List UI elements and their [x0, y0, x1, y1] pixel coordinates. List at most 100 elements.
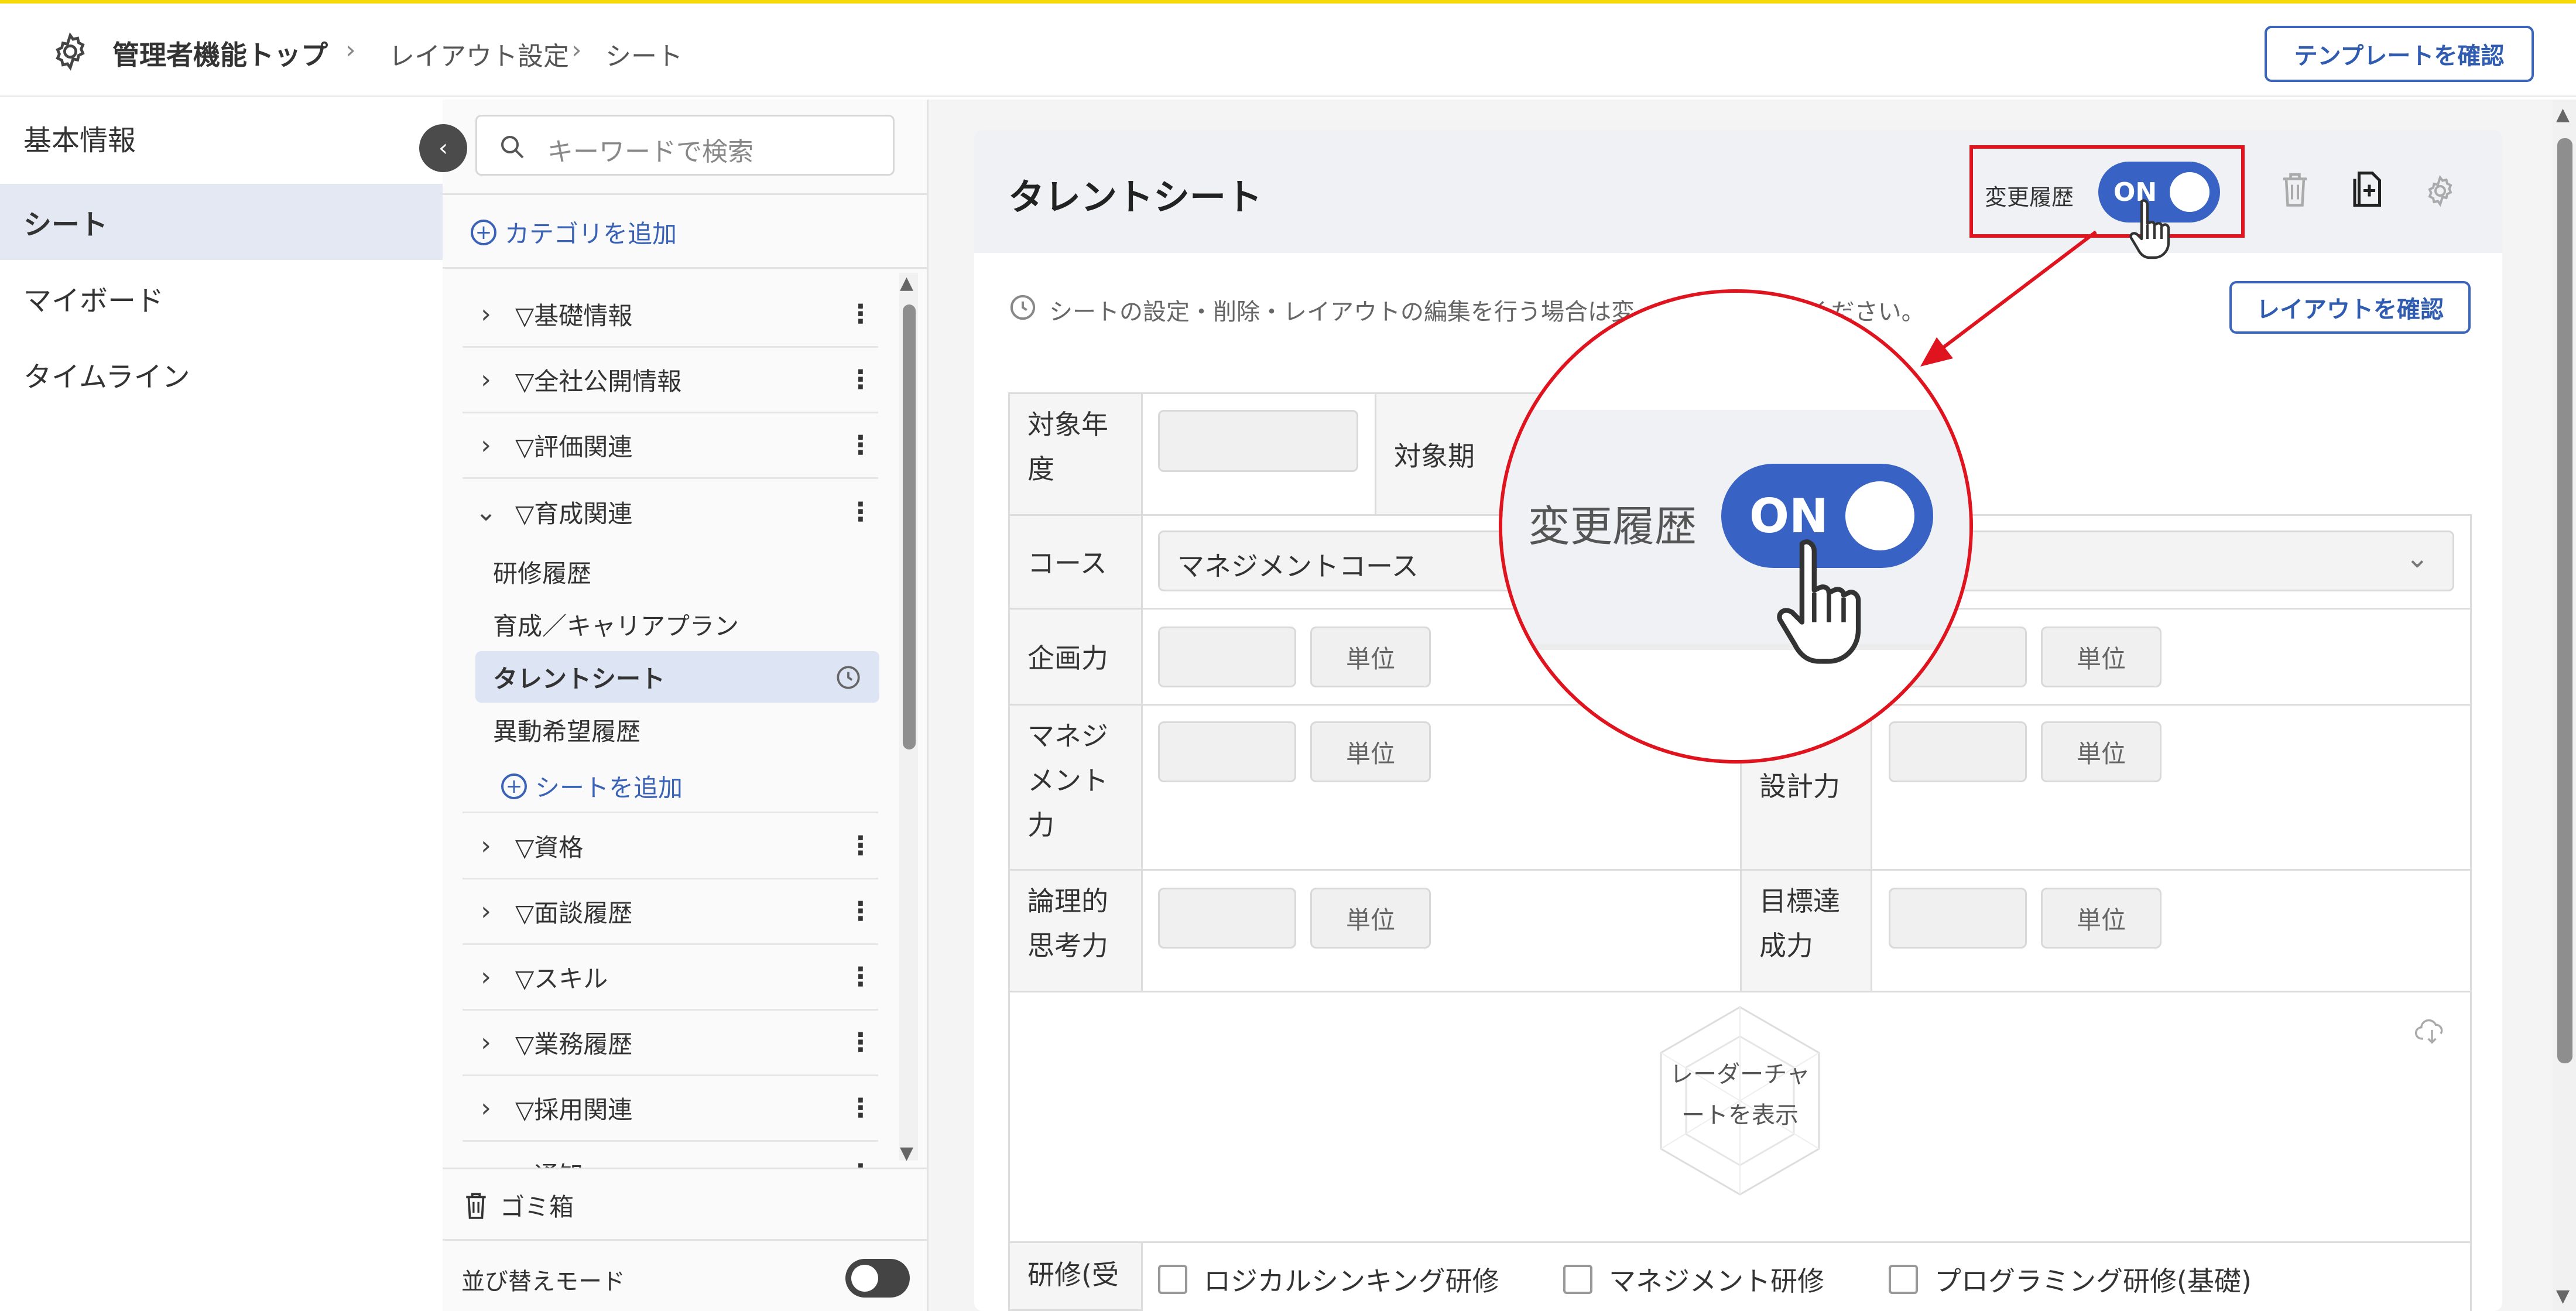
- label-planning: 企画力: [1008, 608, 1143, 706]
- callout-arrow: [1920, 230, 2097, 367]
- logical-unit[interactable]: 単位: [1310, 888, 1431, 949]
- checkbox[interactable]: [1158, 1265, 1187, 1294]
- more-vertical-icon[interactable]: ⋮: [843, 831, 878, 861]
- sheet-item-training-history[interactable]: 研修履歴: [475, 546, 879, 597]
- sheet-item-transfer-request[interactable]: 異動希望履歴: [475, 704, 879, 755]
- more-vertical-icon[interactable]: ⋮: [843, 896, 878, 926]
- more-vertical-icon[interactable]: ⋮: [843, 299, 878, 329]
- chevron-right-icon[interactable]: ›: [468, 831, 503, 861]
- tree-category-qualification[interactable]: › ▽資格 ⋮: [463, 814, 878, 879]
- breadcrumb-sheet: シート: [605, 42, 683, 71]
- trash-label: ゴミ箱: [500, 1193, 574, 1221]
- nav-item-basic-info[interactable]: 基本情報: [0, 100, 443, 176]
- category-label: ▽評価関連: [515, 433, 633, 461]
- collapse-panel-button[interactable]: ‹: [419, 124, 467, 172]
- tree-scrollbar-thumb[interactable]: [903, 304, 916, 749]
- chevron-right-icon[interactable]: ›: [468, 1028, 503, 1057]
- category-label: ▽資格: [515, 833, 584, 862]
- breadcrumb-layout[interactable]: レイアウト設定: [389, 35, 569, 73]
- planning-input[interactable]: [1158, 627, 1296, 687]
- nav-item-myboard[interactable]: マイボード: [0, 260, 443, 336]
- scroll-down-icon[interactable]: ▼: [2556, 1286, 2570, 1306]
- tree-category-notice-clipped[interactable]: › ▽通知 ⋮: [463, 1142, 878, 1168]
- divider: [443, 1239, 929, 1241]
- zoom-divider: [1502, 644, 1969, 650]
- more-vertical-icon[interactable]: ⋮: [843, 430, 878, 460]
- chevron-right-icon[interactable]: ›: [468, 962, 503, 992]
- tree-category-evaluation[interactable]: › ▽評価関連 ⋮: [463, 413, 878, 479]
- plus-circle-icon: +: [501, 773, 527, 799]
- left-nav: 基本情報 シート マイボード タイムライン: [0, 100, 443, 1311]
- divider: [443, 193, 929, 195]
- more-vertical-icon[interactable]: ⋮: [843, 497, 878, 527]
- checkbox[interactable]: [1563, 1265, 1592, 1294]
- more-vertical-icon[interactable]: ⋮: [843, 365, 878, 395]
- scroll-down-icon[interactable]: ▼: [900, 1143, 913, 1163]
- checkbox[interactable]: [1889, 1265, 1918, 1294]
- tree-category-development[interactable]: ⌄ ▽育成関連 ⋮: [463, 479, 878, 545]
- more-vertical-icon[interactable]: ⋮: [843, 1028, 878, 1057]
- hand-cursor-icon: [2129, 199, 2170, 259]
- add-sheet-link[interactable]: + シートを追加: [501, 768, 683, 804]
- chevron-right-icon[interactable]: ›: [468, 1159, 503, 1168]
- more-vertical-icon[interactable]: ⋮: [843, 962, 878, 992]
- main-scrollbar-thumb[interactable]: [2557, 138, 2572, 1063]
- divider: [463, 812, 878, 813]
- zoom-callout: 変更履歴 ON: [1499, 289, 1973, 764]
- nav-item-sheet[interactable]: シート: [0, 184, 443, 260]
- divider: [443, 1168, 929, 1169]
- tree-category-recruit[interactable]: › ▽採用関連 ⋮: [463, 1076, 878, 1142]
- label-course: コース: [1008, 514, 1143, 610]
- chevron-right-icon[interactable]: ›: [468, 1093, 503, 1123]
- page-title[interactable]: 管理者機能トップ: [112, 34, 328, 73]
- scroll-up-icon[interactable]: ▲: [900, 273, 913, 293]
- planning-unit[interactable]: 単位: [1310, 627, 1431, 687]
- gear-icon[interactable]: [49, 30, 91, 73]
- target-year-input[interactable]: [1158, 410, 1358, 472]
- training-option-programming[interactable]: プログラミング研修(基礎): [1889, 1260, 2252, 1299]
- chevron-right-icon[interactable]: ›: [468, 896, 503, 926]
- sheet-item-talent-sheet[interactable]: タレントシート: [475, 651, 879, 703]
- right-top-unit[interactable]: 単位: [2041, 627, 2161, 687]
- chevron-down-icon[interactable]: ⌄: [468, 497, 503, 527]
- category-label: ▽採用関連: [515, 1096, 633, 1124]
- management-unit[interactable]: 単位: [1310, 721, 1431, 782]
- tree-category-work-history[interactable]: › ▽業務履歴 ⋮: [463, 1011, 878, 1076]
- tree-category-skill[interactable]: › ▽スキル ⋮: [463, 945, 878, 1011]
- category-label: ▽スキル: [515, 964, 608, 993]
- sheet-item-label: タレントシート: [493, 664, 666, 693]
- goal-input[interactable]: [1889, 888, 2027, 949]
- layout-check-button[interactable]: レイアウトを確認: [2229, 281, 2471, 334]
- training-option-logical[interactable]: ロジカルシンキング研修: [1158, 1260, 1499, 1299]
- course-value: マネジメントコース: [1177, 550, 1419, 582]
- gear-icon[interactable]: [2423, 173, 2458, 208]
- nav-item-timeline[interactable]: タイムライン: [0, 336, 443, 412]
- more-vertical-icon[interactable]: ⋮: [843, 1093, 878, 1123]
- logical-input[interactable]: [1158, 888, 1296, 949]
- keyword-search-input[interactable]: キーワードで検索: [475, 115, 895, 176]
- more-vertical-icon[interactable]: ⋮: [843, 1159, 878, 1168]
- chevron-right-icon[interactable]: ›: [468, 365, 503, 395]
- tree-category-interview[interactable]: › ▽面談履歴 ⋮: [463, 879, 878, 945]
- copy-sheet-icon[interactable]: [2349, 169, 2384, 210]
- goal-unit[interactable]: 単位: [2041, 888, 2161, 949]
- design-unit[interactable]: 単位: [2041, 721, 2161, 782]
- management-input[interactable]: [1158, 721, 1296, 782]
- sheet-item-career-plan[interactable]: 育成／キャリアプラン: [475, 598, 879, 650]
- chevron-right-icon[interactable]: ›: [468, 299, 503, 329]
- training-option-management[interactable]: マネジメント研修: [1563, 1260, 1824, 1299]
- tree-category-basic[interactable]: › ▽基礎情報 ⋮: [463, 282, 878, 348]
- template-check-button[interactable]: テンプレートを確認: [2265, 26, 2534, 82]
- cloud-download-icon[interactable]: [2414, 1016, 2450, 1046]
- chevron-right-icon[interactable]: ›: [468, 430, 503, 460]
- tree-category-company[interactable]: › ▽全社公開情報 ⋮: [463, 348, 878, 413]
- sort-mode-toggle[interactable]: [845, 1259, 910, 1298]
- app-header: 管理者機能トップ › レイアウト設定 › シート テンプレートを確認: [0, 4, 2576, 97]
- trash-link[interactable]: ゴミ箱: [461, 1187, 574, 1223]
- add-category-label: カテゴリを追加: [505, 220, 677, 248]
- trash-icon[interactable]: [2277, 169, 2313, 210]
- add-category-link[interactable]: + カテゴリを追加: [471, 214, 677, 250]
- scroll-up-icon[interactable]: ▲: [2556, 104, 2570, 125]
- tree-category-notice[interactable]: › ▽通知 ⋮: [463, 1142, 878, 1168]
- design-input[interactable]: [1889, 721, 2027, 782]
